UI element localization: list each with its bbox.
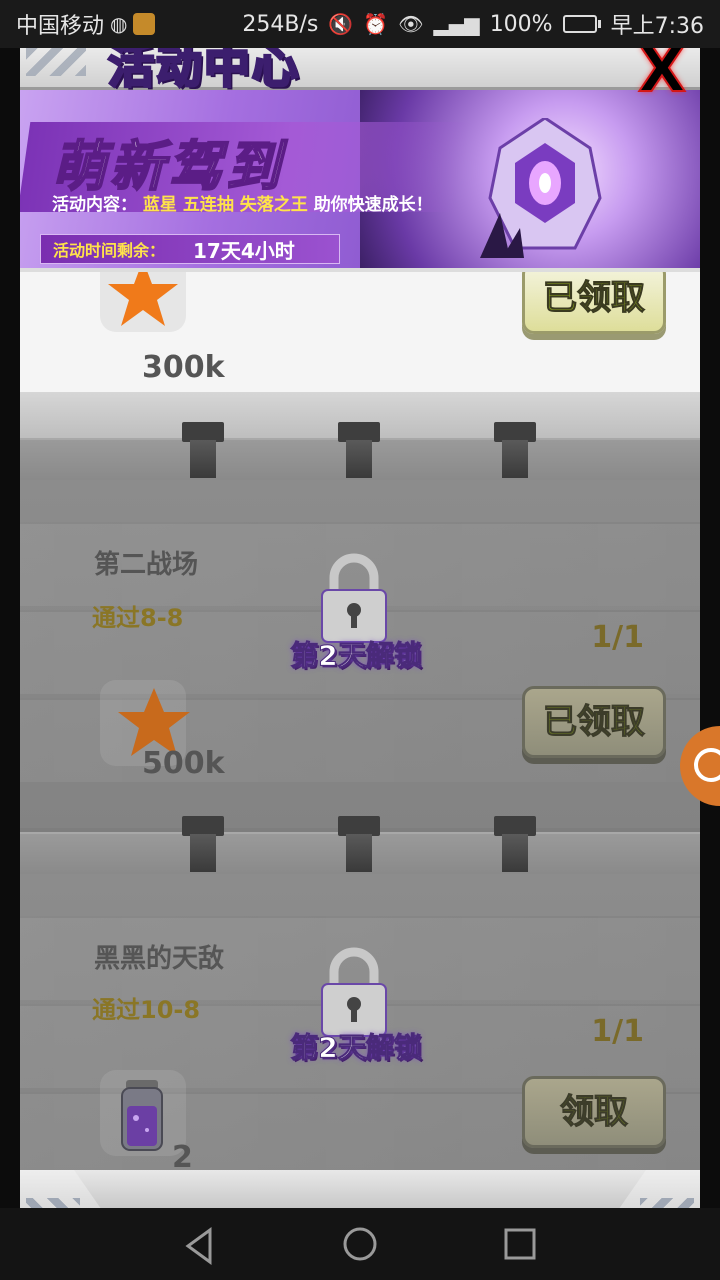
reward-amount: 500k bbox=[142, 746, 225, 781]
task-condition: 通过10-8 bbox=[92, 996, 201, 1024]
navigation-bar bbox=[0, 1208, 720, 1280]
assistant-icon bbox=[694, 748, 720, 782]
alarm-icon: ⏰ bbox=[363, 12, 389, 36]
task-name: 黑黑的天敌 bbox=[94, 944, 225, 974]
network-speed: 254B/s bbox=[242, 11, 319, 37]
unlock-day-label: 第2天解锁 bbox=[290, 639, 422, 673]
decor-stripes bbox=[26, 46, 86, 76]
mecha-character-illustration bbox=[480, 118, 602, 258]
eye-icon: 👁 bbox=[398, 12, 424, 36]
task-condition: 通过8-8 bbox=[92, 604, 184, 632]
event-banner: 萌新驾到 活动内容： 蓝星 五连抽 失落之王 助你快速成长！ 活动时间剩余： 1… bbox=[20, 88, 700, 272]
close-button[interactable]: X bbox=[624, 38, 700, 102]
unlock-day-label: 第2天解锁 bbox=[290, 1031, 422, 1065]
status-bar: 中国移动 ◍ 254B/s 🔇 ⏰ 👁 ▂▄▆ 100% 早上7:36 bbox=[0, 0, 720, 48]
battery-icon bbox=[562, 15, 601, 33]
reward-amount: 300k bbox=[142, 350, 225, 385]
claimed-button[interactable]: 已领取 bbox=[522, 686, 666, 758]
task-card: 黑黑的天敌 通过10-8 1/1 第2天解锁 2 领取 bbox=[20, 832, 700, 1222]
recent-apps-icon[interactable] bbox=[500, 1226, 540, 1266]
lock-icon bbox=[321, 947, 387, 1037]
app-notification-icon bbox=[133, 13, 156, 35]
task-card-previous: 300k 已领取 bbox=[20, 252, 700, 442]
clock: 早上7:36 bbox=[610, 14, 704, 39]
card-clips bbox=[20, 422, 700, 482]
content-item: 失落之王 bbox=[239, 195, 308, 215]
back-icon[interactable] bbox=[180, 1226, 220, 1266]
signal-icon: ▂▄▆ bbox=[433, 12, 480, 36]
claimed-button[interactable]: 已领取 bbox=[522, 262, 666, 334]
carrier-label: 中国移动 bbox=[16, 14, 105, 39]
banner-content: 活动内容： 蓝星 五连抽 失落之王 助你快速成长！ bbox=[52, 195, 433, 215]
event-time-remaining: 活动时间剩余： 17天4小时 bbox=[40, 234, 340, 264]
battery-percent: 100% bbox=[489, 11, 553, 37]
task-card: 第二战场 通过8-8 1/1 第2天解锁 500k 已领取 bbox=[20, 438, 700, 828]
time-value: 17天4小时 bbox=[193, 238, 295, 263]
time-label: 活动时间剩余： bbox=[53, 241, 166, 260]
content-item: 蓝星 bbox=[142, 195, 177, 215]
mute-icon: 🔇 bbox=[328, 12, 354, 36]
game-screen: 活动中心 萌新驾到 活动内容： 蓝星 五连抽 失落之王 助你快速成长！ 活动时间… bbox=[0, 36, 720, 1244]
activity-panel: 活动中心 萌新驾到 活动内容： 蓝星 五连抽 失落之王 助你快速成长！ 活动时间… bbox=[20, 36, 700, 1244]
task-progress: 1/1 bbox=[591, 620, 644, 655]
lock-icon bbox=[321, 553, 387, 643]
claim-button[interactable]: 领取 bbox=[522, 1076, 666, 1148]
potion-icon bbox=[121, 1080, 163, 1151]
home-icon[interactable] bbox=[340, 1226, 380, 1266]
card-clips bbox=[20, 816, 700, 876]
task-progress: 1/1 bbox=[591, 1014, 644, 1049]
task-name: 第二战场 bbox=[94, 550, 199, 580]
wifi-hotspot-icon: ◍ bbox=[110, 12, 128, 36]
content-item: 五连抽 bbox=[182, 195, 234, 215]
